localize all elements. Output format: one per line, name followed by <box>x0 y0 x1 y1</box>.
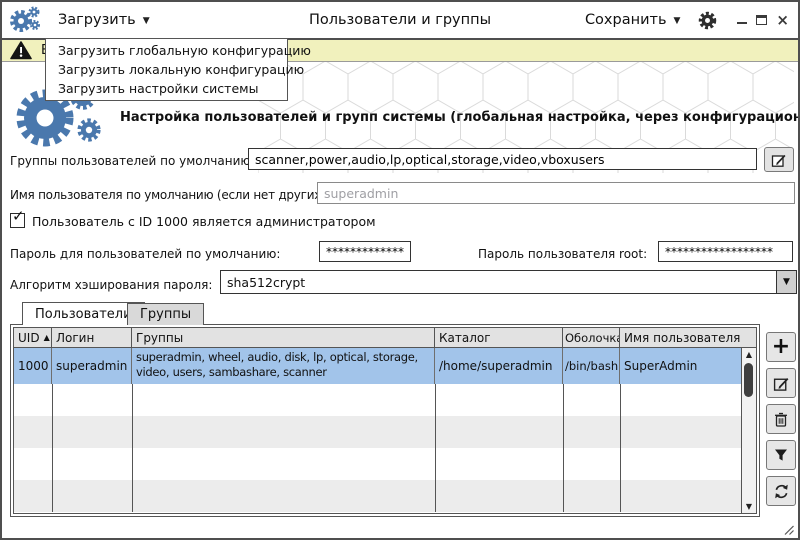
column-header-home[interactable]: Каталог <box>435 328 563 347</box>
table-empty-row <box>14 384 756 416</box>
resize-grip[interactable] <box>781 522 795 536</box>
default-username-label: Имя пользователя по умолчанию (если нет … <box>10 188 329 202</box>
cell-shell: /bin/bash <box>563 348 620 384</box>
chevron-down-icon: ▼ <box>143 14 150 26</box>
add-icon: + <box>772 338 790 356</box>
scrollbar-thumb[interactable] <box>744 363 753 397</box>
cell-uid: 1000 <box>14 348 52 384</box>
maximize-icon[interactable] <box>756 15 767 25</box>
default-password-input[interactable] <box>319 241 411 262</box>
menu-item-load-global-config[interactable]: Загрузить глобальную конфигурацию <box>46 41 287 60</box>
refresh-button[interactable] <box>766 476 796 506</box>
filter-icon <box>773 447 789 463</box>
app-window: Загрузить ▼ Пользователи и группы Сохран… <box>0 0 800 540</box>
sort-asc-icon: ▲ <box>44 333 50 342</box>
default-groups-input[interactable] <box>248 148 757 170</box>
cell-fullname: SuperAdmin <box>620 348 756 384</box>
save-menu-button[interactable]: Сохранить ▼ <box>585 12 680 28</box>
table-header-row: UID ▲ Логин Группы Каталог Оболочка Имя … <box>14 328 756 348</box>
column-divider <box>52 384 53 512</box>
close-icon[interactable]: × <box>776 15 789 25</box>
cell-login: superadmin <box>52 348 132 384</box>
column-divider <box>435 384 436 512</box>
default-password-label: Пароль для пользователей по умолчанию: <box>10 247 280 261</box>
menu-item-load-system-settings[interactable]: Загрузить настройки системы <box>46 79 287 98</box>
settings-gear-icon[interactable] <box>698 11 717 30</box>
combo-arrow-icon[interactable]: ▼ <box>776 271 796 293</box>
admin-checkbox[interactable]: ✓ <box>10 213 25 228</box>
default-username-input[interactable] <box>317 182 795 204</box>
load-menu-label: Загрузить <box>58 12 136 28</box>
users-table-inner: UID ▲ Логин Группы Каталог Оболочка Имя … <box>13 327 757 514</box>
edit-groups-button[interactable] <box>764 147 794 172</box>
delete-user-button[interactable] <box>766 404 796 434</box>
cell-home: /home/superadmin <box>435 348 563 384</box>
edit-user-button[interactable] <box>766 368 796 398</box>
chevron-down-icon: ▼ <box>674 14 681 26</box>
load-dropdown-menu: Загрузить глобальную конфигурацию Загруз… <box>45 38 288 101</box>
app-logo-gears-icon <box>10 5 42 35</box>
table-scrollbar[interactable]: ▲ ▼ <box>741 348 756 513</box>
column-header-fullname[interactable]: Имя пользователя <box>620 328 756 347</box>
column-header-uid[interactable]: UID ▲ <box>14 328 52 347</box>
check-icon: ✓ <box>12 207 25 225</box>
root-password-label: Пароль пользователя root: <box>478 247 647 261</box>
pencil-icon <box>771 152 787 168</box>
default-groups-label: Группы пользователей по умолчанию: <box>10 154 255 168</box>
scroll-up-icon[interactable]: ▲ <box>742 350 756 359</box>
toolbar: Загрузить ▼ Пользователи и группы Сохран… <box>2 2 798 40</box>
tab-groups[interactable]: Группы <box>127 303 204 325</box>
minimize-icon[interactable] <box>737 22 747 25</box>
window-controls: × <box>737 15 789 25</box>
users-table: UID ▲ Логин Группы Каталог Оболочка Имя … <box>10 324 760 517</box>
column-divider <box>132 384 133 512</box>
table-empty-area <box>14 384 756 512</box>
add-user-button[interactable]: + <box>766 332 796 362</box>
root-password-input[interactable] <box>658 241 793 262</box>
trash-icon <box>773 411 789 428</box>
hash-algorithm-select[interactable]: sha512crypt ▼ <box>220 270 797 294</box>
table-empty-row <box>14 416 756 448</box>
hash-algorithm-value: sha512crypt <box>221 275 776 290</box>
column-header-groups[interactable]: Группы <box>132 328 435 347</box>
toolbar-right: Сохранить ▼ × <box>585 11 798 30</box>
save-menu-label: Сохранить <box>585 12 667 28</box>
column-header-shell[interactable]: Оболочка <box>563 328 620 347</box>
menu-item-load-local-config[interactable]: Загрузить локальную конфигурацию <box>46 60 287 79</box>
warning-triangle-icon <box>10 41 32 60</box>
admin-checkbox-label: Пользователь с ID 1000 является админист… <box>32 214 376 229</box>
column-divider <box>563 384 564 512</box>
table-row-selected[interactable]: 1000 superadmin superadmin, wheel, audio… <box>14 348 756 384</box>
table-empty-row <box>14 448 756 480</box>
load-menu-button[interactable]: Загрузить ▼ <box>58 12 150 28</box>
refresh-icon <box>773 483 790 500</box>
cell-groups: superadmin, wheel, audio, disk, lp, opti… <box>132 348 435 384</box>
table-empty-row <box>14 480 756 512</box>
column-header-login[interactable]: Логин <box>52 328 132 347</box>
scroll-down-icon[interactable]: ▼ <box>742 502 756 511</box>
edit-icon <box>773 375 790 392</box>
column-divider <box>620 384 621 512</box>
filter-button[interactable] <box>766 440 796 470</box>
section-heading: Настройка пользователей и групп системы … <box>120 110 800 125</box>
hash-algorithm-label: Алгоритм хэширования пароля: <box>10 278 212 292</box>
